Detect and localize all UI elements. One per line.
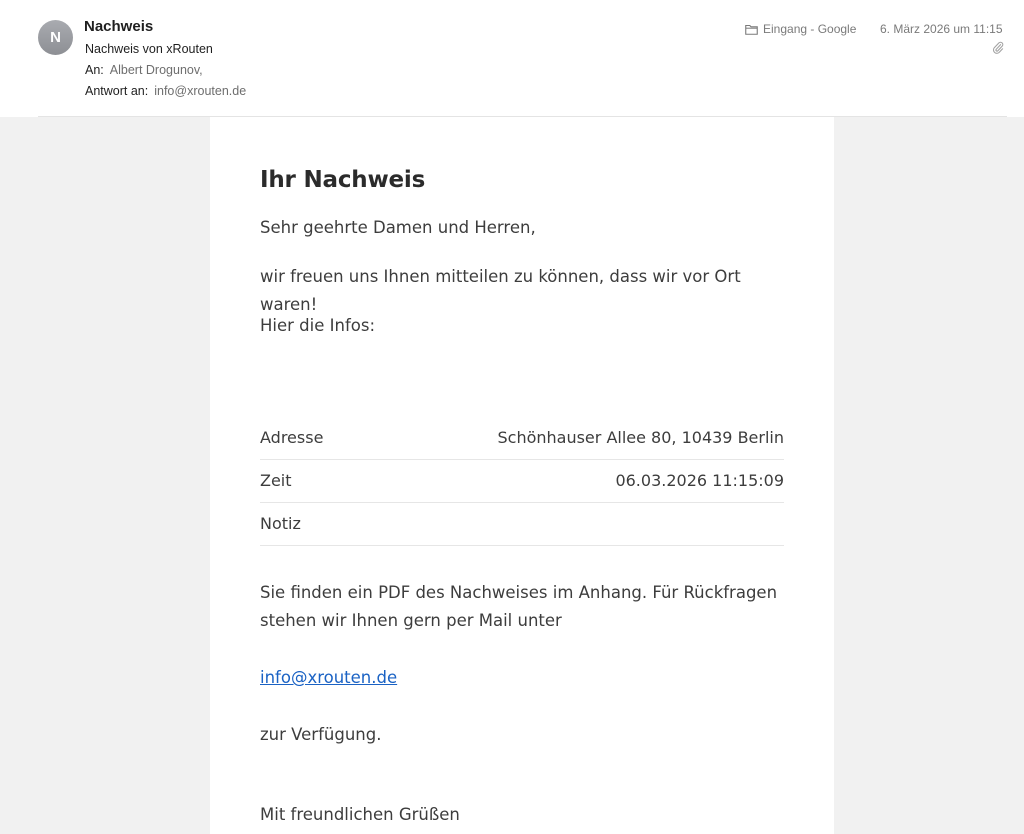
- address-value: Schönhauser Allee 80, 10439 Berlin: [497, 428, 784, 447]
- info-table: Adresse Schönhauser Allee 80, 10439 Berl…: [260, 417, 784, 546]
- mail-window: N Nachweis Nachweis von xRouten An: Alber…: [0, 0, 1024, 834]
- recipient-row: An: Albert Drogunov,: [85, 63, 203, 77]
- mail-header: N Nachweis Nachweis von xRouten An: Alber…: [0, 0, 1024, 117]
- mail-date: 6. März 2026 um 11:15: [880, 22, 1003, 36]
- folder-icon: [745, 24, 758, 35]
- table-row: Notiz: [260, 503, 784, 546]
- mailbox-label: Eingang - Google: [763, 22, 857, 36]
- pdf-info-text: Sie finden ein PDF des Nachweises im Anh…: [260, 583, 778, 630]
- recipient-label: An:: [85, 63, 104, 77]
- table-row: Zeit 06.03.2026 11:15:09: [260, 460, 784, 503]
- avatar: N: [38, 20, 73, 55]
- email-link[interactable]: info@xrouten.de: [260, 668, 397, 687]
- paperclip-icon[interactable]: [992, 41, 1004, 55]
- time-label: Zeit: [260, 471, 292, 490]
- sender-name[interactable]: Nachweis: [84, 18, 153, 35]
- reply-to-label: Antwort an:: [85, 84, 149, 98]
- address-label: Adresse: [260, 428, 324, 447]
- reply-to-value[interactable]: info@xrouten.de: [154, 84, 246, 98]
- recipient-value[interactable]: Albert Drogunov,: [110, 63, 203, 77]
- note-label: Notiz: [260, 514, 301, 533]
- mail-subject: Nachweis von xRouten: [85, 42, 213, 56]
- infos-label: Hier die Infos:: [260, 316, 376, 335]
- time-value: 06.03.2026 11:15:09: [615, 471, 784, 490]
- mail-title: Ihr Nachweis: [260, 167, 426, 193]
- mailbox-location[interactable]: Eingang - Google: [745, 22, 856, 36]
- table-row: Adresse Schönhauser Allee 80, 10439 Berl…: [260, 417, 784, 460]
- mail-content: Ihr Nachweis Sehr geehrte Damen und Herr…: [210, 117, 834, 834]
- email-link-row: info@xrouten.de: [260, 664, 785, 692]
- greeting-text: Sehr geehrte Damen und Herren,: [260, 218, 536, 237]
- available-text: zur Verfügung.: [260, 725, 382, 744]
- regards-text: Mit freundlichen Grüßen: [260, 805, 460, 824]
- intro-text: wir freuen uns Ihnen mitteilen zu können…: [260, 267, 741, 314]
- reply-to-row: Antwort an: info@xrouten.de: [85, 84, 246, 98]
